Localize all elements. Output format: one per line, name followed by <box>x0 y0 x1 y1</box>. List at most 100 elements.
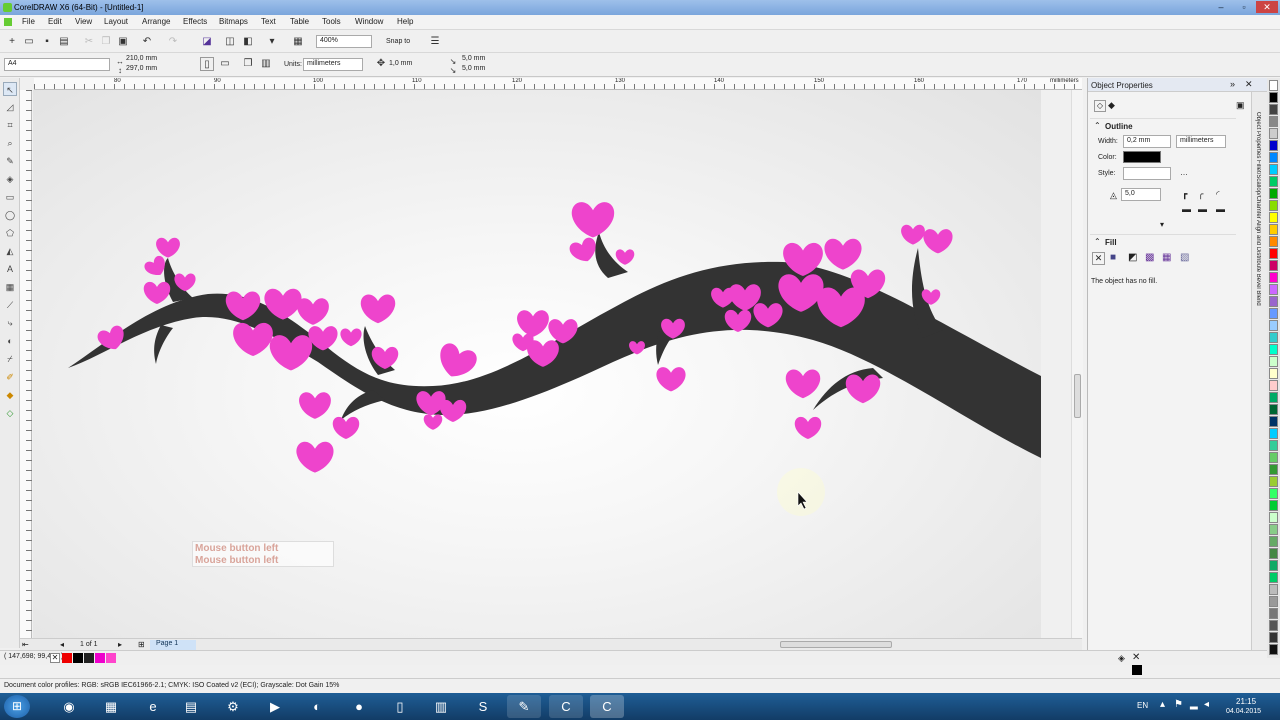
menu-text[interactable]: Text <box>261 17 276 26</box>
panel-collapse-icon[interactable]: » <box>1230 79 1235 89</box>
color-swatch[interactable] <box>1269 92 1278 103</box>
zoom-select[interactable]: 400% <box>316 35 372 48</box>
round-corner-icon[interactable]: ╭ <box>1198 189 1203 200</box>
app-launcher-icon[interactable]: ▾ <box>265 35 279 49</box>
ellipse-tool-icon[interactable]: ◯ <box>3 208 17 222</box>
corel-active-icon[interactable]: C <box>590 695 624 718</box>
dimension-tool-icon[interactable]: ⟋ <box>3 298 17 312</box>
color-swatch[interactable] <box>1269 332 1278 343</box>
publish-pdf-icon[interactable]: ◧ <box>241 35 255 49</box>
no-fill-button[interactable]: ✕ <box>1092 252 1105 265</box>
docker-tab-labels[interactable]: Object Properties Fillet/Scallop/Chamfer… <box>1255 112 1261 632</box>
text-tool-icon[interactable]: A <box>3 262 17 276</box>
menu-effects[interactable]: Effects <box>183 17 207 26</box>
menu-tools[interactable]: Tools <box>322 17 341 26</box>
scroll-thumb[interactable] <box>1074 374 1081 418</box>
square-cap-icon[interactable]: ▬ <box>1216 204 1225 214</box>
tray-arrow-icon[interactable]: ▴ <box>1160 699 1165 710</box>
no-color-swatch[interactable]: ✕ <box>50 653 60 663</box>
menu-view[interactable]: View <box>75 17 92 26</box>
color-swatch[interactable] <box>1269 404 1278 415</box>
outline-color-picker[interactable] <box>1123 151 1161 163</box>
color-swatch[interactable] <box>1269 284 1278 295</box>
current-page-icon[interactable]: ▥ <box>259 57 273 71</box>
explorer-icon[interactable]: ▤ <box>174 695 208 718</box>
start-button[interactable]: ⊞ <box>4 695 30 718</box>
page-size-select[interactable]: A4 <box>4 58 110 71</box>
copy-icon[interactable]: ❐ <box>99 35 113 49</box>
color-swatch[interactable] <box>1269 452 1278 463</box>
welcome-screen-icon[interactable]: ▦ <box>291 35 305 49</box>
line-cap-icon[interactable]: ▬ <box>1182 204 1191 214</box>
uniform-fill-icon[interactable]: ■ <box>1110 252 1116 263</box>
color-swatch[interactable] <box>1269 416 1278 427</box>
color-swatch[interactable] <box>1269 188 1278 199</box>
horizontal-ruler[interactable]: 80 90 100 110 120 130 140 150 160 170 mi… <box>34 78 1082 90</box>
interactive-fill-icon[interactable]: ◇ <box>3 406 17 420</box>
color-swatch[interactable] <box>1269 560 1278 571</box>
color-swatch[interactable] <box>1269 392 1278 403</box>
miter-limit-field[interactable]: 5,0 <box>1121 188 1161 201</box>
color-swatch[interactable] <box>1269 596 1278 607</box>
panel-options-icon[interactable]: ▣ <box>1236 100 1245 111</box>
color-swatch[interactable] <box>1269 116 1278 127</box>
color-swatch[interactable] <box>1269 176 1278 187</box>
shape-tool-icon[interactable]: ◿ <box>3 100 17 114</box>
notes-icon[interactable]: ▥ <box>424 695 458 718</box>
magenta-swatch[interactable] <box>95 653 105 663</box>
color-swatch[interactable] <box>1269 308 1278 319</box>
chrome-icon[interactable]: ◉ <box>52 695 86 718</box>
color-swatch[interactable] <box>1269 128 1278 139</box>
color-swatch[interactable] <box>1269 200 1278 211</box>
menu-help[interactable]: Help <box>397 17 413 26</box>
color-swatch[interactable] <box>1269 572 1278 583</box>
color-swatch[interactable] <box>1269 212 1278 223</box>
color-swatch[interactable] <box>1269 584 1278 595</box>
fountain-fill-icon[interactable]: ◩ <box>1128 252 1137 263</box>
connector-tool-icon[interactable]: ⤷ <box>3 316 17 330</box>
black-swatch[interactable] <box>73 653 83 663</box>
menu-table[interactable]: Table <box>290 17 309 26</box>
color-swatch[interactable] <box>1269 440 1278 451</box>
save-icon[interactable]: ▪ <box>40 35 54 49</box>
menu-arrange[interactable]: Arrange <box>142 17 170 26</box>
zoom-tool-icon[interactable]: ⌕ <box>3 136 17 150</box>
freehand-tool-icon[interactable]: ✎ <box>3 154 17 168</box>
flag-icon[interactable]: ⚑ <box>1174 699 1183 710</box>
dark-swatch[interactable] <box>84 653 94 663</box>
outline-width-field[interactable]: 0,2 mm <box>1123 135 1171 148</box>
color-swatch[interactable] <box>1269 140 1278 151</box>
units-select[interactable]: millimeters <box>303 58 363 71</box>
color-swatch[interactable] <box>1269 380 1278 391</box>
open-icon[interactable]: ▭ <box>22 35 36 49</box>
app-icon[interactable]: ▦ <box>94 695 128 718</box>
ie-icon[interactable]: e <box>136 695 170 718</box>
color-swatch[interactable] <box>1269 500 1278 511</box>
panel-close-icon[interactable]: ✕ <box>1245 79 1253 90</box>
color-swatch[interactable] <box>1269 644 1278 655</box>
language-indicator[interactable]: EN <box>1137 701 1148 710</box>
clock-date[interactable]: 04.04.2015 <box>1226 708 1261 715</box>
skype-icon[interactable]: S <box>466 695 500 718</box>
outline-style-select[interactable] <box>1123 167 1171 180</box>
page-width-field[interactable]: 210,0 mm <box>126 55 157 62</box>
corner-icon[interactable]: ┏ <box>1182 189 1187 200</box>
export-icon[interactable]: ◫ <box>223 35 237 49</box>
landscape-icon[interactable]: ▭ <box>218 57 232 71</box>
blend-tool-icon[interactable]: ◐ <box>3 334 17 348</box>
color-swatch[interactable] <box>1269 620 1278 631</box>
color-swatch[interactable] <box>1269 344 1278 355</box>
page-height-field[interactable]: 297,0 mm <box>126 65 157 72</box>
red-swatch[interactable] <box>62 653 72 663</box>
maximize-button[interactable]: ▫ <box>1233 1 1255 13</box>
outline-pen-icon[interactable]: ✐ <box>3 370 17 384</box>
h-scroll-thumb[interactable] <box>780 641 892 648</box>
prev-page-icon[interactable]: ◂ <box>60 640 64 649</box>
menu-window[interactable]: Window <box>355 17 383 26</box>
cut-icon[interactable]: ✂ <box>82 35 96 49</box>
menu-bitmaps[interactable]: Bitmaps <box>219 17 248 26</box>
document-icon[interactable]: ▯ <box>383 695 417 718</box>
polygon-tool-icon[interactable]: ⬠ <box>3 226 17 240</box>
crop-tool-icon[interactable]: ⌗ <box>3 118 17 132</box>
color-swatch[interactable] <box>1269 260 1278 271</box>
